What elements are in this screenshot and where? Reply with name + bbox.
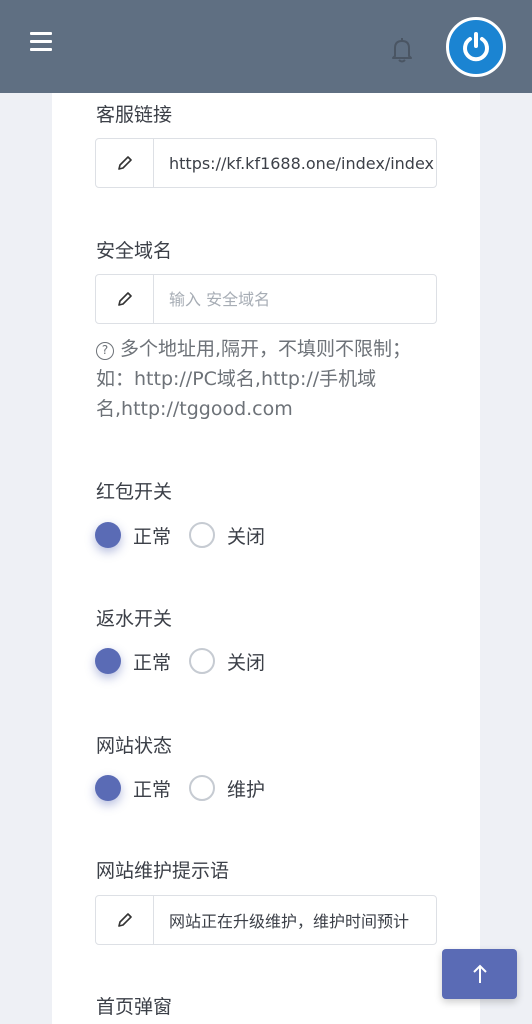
red-packet-option-off[interactable]: 关闭 bbox=[189, 522, 265, 549]
pencil-icon bbox=[96, 139, 154, 187]
secure-domain-group bbox=[95, 274, 437, 324]
secure-domain-input[interactable] bbox=[154, 275, 436, 323]
power-button[interactable] bbox=[446, 17, 506, 77]
rebate-option-normal[interactable]: 正常 bbox=[95, 648, 171, 675]
secure-domain-label: 安全域名 bbox=[96, 240, 173, 262]
pencil-icon bbox=[96, 896, 154, 944]
site-status-option-normal[interactable]: 正常 bbox=[95, 775, 171, 802]
radio-label: 关闭 bbox=[227, 651, 266, 674]
customer-service-link-input[interactable] bbox=[154, 139, 436, 187]
home-popup-label: 首页弹窗 bbox=[96, 996, 173, 1018]
radio-label: 正常 bbox=[133, 778, 172, 801]
rebate-option-off[interactable]: 关闭 bbox=[189, 648, 265, 675]
customer-service-link-label: 客服链接 bbox=[96, 104, 173, 126]
red-packet-switch-radios: 正常 关闭 bbox=[95, 520, 283, 550]
radio-selected-icon[interactable] bbox=[95, 775, 121, 801]
radio-selected-icon[interactable] bbox=[95, 522, 121, 548]
radio-unselected-icon[interactable] bbox=[189, 775, 216, 801]
rebate-switch-radios: 正常 关闭 bbox=[95, 646, 283, 676]
pencil-icon bbox=[96, 275, 154, 323]
back-to-top-button[interactable] bbox=[442, 949, 517, 999]
red-packet-switch-label: 红包开关 bbox=[96, 481, 173, 503]
radio-label: 关闭 bbox=[227, 525, 266, 548]
maintenance-message-input[interactable] bbox=[154, 896, 436, 944]
radio-label: 正常 bbox=[133, 651, 172, 674]
radio-label: 维护 bbox=[227, 778, 266, 801]
site-status-label: 网站状态 bbox=[96, 735, 173, 757]
customer-service-link-group bbox=[95, 138, 437, 188]
radio-unselected-icon[interactable] bbox=[189, 648, 216, 674]
hamburger-menu-icon[interactable] bbox=[30, 32, 52, 52]
settings-card bbox=[52, 93, 480, 1024]
bell-icon[interactable] bbox=[386, 34, 418, 66]
arrow-up-icon bbox=[472, 964, 487, 983]
radio-selected-icon[interactable] bbox=[95, 648, 121, 674]
secure-domain-help-text: 多个地址用,隔开，不填则不限制；如：http://PC域名,http://手机域… bbox=[96, 338, 412, 420]
question-circle-icon: ? bbox=[96, 342, 114, 360]
secure-domain-help: ? 多个地址用,隔开，不填则不限制；如：http://PC域名,http://手机… bbox=[96, 334, 436, 424]
red-packet-option-normal[interactable]: 正常 bbox=[95, 522, 171, 549]
site-status-option-maintenance[interactable]: 维护 bbox=[189, 775, 265, 802]
radio-unselected-icon[interactable] bbox=[189, 522, 216, 548]
rebate-switch-label: 返水开关 bbox=[96, 608, 173, 630]
power-icon bbox=[463, 32, 489, 62]
top-bar bbox=[0, 0, 532, 93]
radio-label: 正常 bbox=[133, 525, 172, 548]
site-status-radios: 正常 维护 bbox=[95, 773, 283, 803]
maintenance-message-group bbox=[95, 895, 437, 945]
maintenance-message-label: 网站维护提示语 bbox=[96, 860, 230, 882]
